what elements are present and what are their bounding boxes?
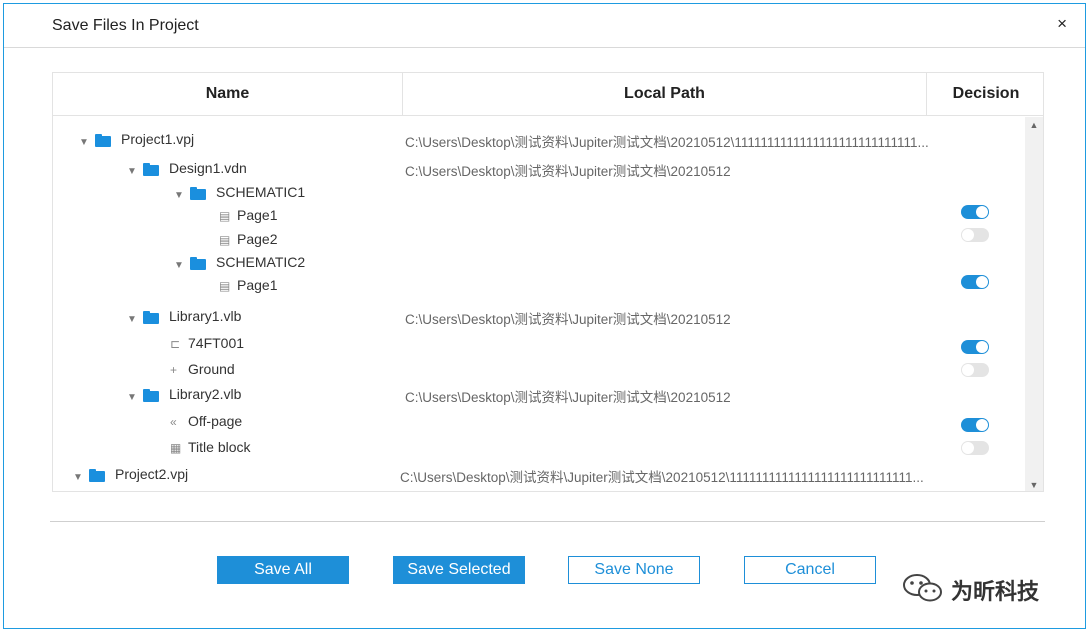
page-icon: ▤ [219,279,231,293]
tree-row[interactable]: ▤ Page2 [53,231,1025,255]
save-all-button[interactable]: Save All [217,556,349,584]
component-icon: ⊏ [170,337,181,351]
tree-row[interactable]: ▼ Library1.vlb C:\Users\Desktop\测试资料\Jupit… [53,308,1025,332]
tree-row[interactable]: ⊏ 74FT001 [53,335,1025,359]
tree-row[interactable]: ▤ Page1 [53,207,1025,231]
local-path-text: C:\Users\Desktop\测试资料\Jupiter测试文档\202105… [405,135,929,150]
local-path-text: C:\Users\Desktop\测试资料\Jupiter测试文档\202105… [400,470,924,485]
toggle-knob [976,276,988,288]
tree-item-label: Project1.vpj [121,131,195,147]
tree-item-label: Page2 [237,231,278,247]
local-path-text: C:\Users\Desktop\测试资料\Jupiter测试文档\202105… [405,312,731,327]
tree-item-label: Ground [188,361,235,377]
column-header-decision[interactable]: Decision [927,73,1043,115]
tree-item-label: SCHEMATIC2 [216,254,306,270]
tree-item-label: Library1.vlb [169,308,242,324]
titleblock-icon: ▦ [170,441,182,455]
dialog-title: Save Files In Project [52,17,199,34]
tree-item-label: Project2.vpj [115,466,189,482]
tree-item-label: 74FT001 [188,335,245,351]
tree-row[interactable]: ▼ SCHEMATIC1 [53,184,1025,208]
expand-arrow-icon[interactable]: ▼ [127,392,137,403]
scroll-up-icon[interactable]: ▲ [1025,117,1043,133]
local-path-text: C:\Users\Desktop\测试资料\Jupiter测试文档\202105… [405,164,731,179]
page-icon: ▤ [219,209,231,223]
toggle-knob [976,206,988,218]
tree-item-label: Page1 [237,277,278,293]
folder-icon [143,311,159,324]
decision-toggle[interactable] [961,363,989,377]
scroll-down-icon[interactable]: ▼ [1025,477,1043,491]
expand-arrow-icon[interactable]: ▼ [174,260,184,271]
vertical-scrollbar[interactable]: ▲ ▼ [1025,117,1043,491]
files-table: Name Local Path Decision ▼ Project1.vpj C:… [52,72,1044,492]
local-path-text: C:\Users\Desktop\测试资料\Jupiter测试文档\202105… [405,390,731,405]
tree-row[interactable]: ▼ Design1.vdn C:\Users\Desktop\测试资料\Jupite… [53,160,1025,184]
tree-item-label: SCHEMATIC1 [216,184,306,200]
folder-icon [190,187,206,200]
tree-row[interactable]: + Ground [53,361,1025,385]
expand-arrow-icon[interactable]: ▼ [127,314,137,325]
tree-row[interactable]: ▼ Project2.vpj C:\Users\Desktop\测试资料\Jupit… [53,466,1025,490]
column-header-local-path[interactable]: Local Path [403,73,927,115]
dialog-titlebar: Save Files In Project × [4,4,1085,48]
tree-item-label: Page1 [237,207,278,223]
tree-row[interactable]: ▼ Project1.vpj C:\Users\Desktop\测试资料\Jupit… [53,131,1025,155]
toggle-knob [962,229,974,241]
tree-item-label: Off-page [188,413,243,429]
expand-arrow-icon[interactable]: ▼ [127,166,137,177]
decision-toggle[interactable] [961,340,989,354]
page-icon: ▤ [219,233,231,247]
tree-item-label: Title block [188,439,251,455]
wechat-icon [903,574,942,602]
tree-item-label: Library2.vlb [169,386,242,402]
expand-arrow-icon[interactable]: ▼ [73,472,83,483]
folder-icon [190,257,206,270]
decision-toggle[interactable] [961,205,989,219]
cancel-button[interactable]: Cancel [744,556,876,584]
toggle-knob [976,341,988,353]
save-none-button[interactable]: Save None [568,556,700,584]
tree-row[interactable]: « Off-page [53,413,1025,437]
save-selected-button[interactable]: Save Selected [393,556,525,584]
close-icon[interactable]: × [1057,14,1067,34]
decision-toggle[interactable] [961,228,989,242]
footer-divider [50,521,1045,522]
toggle-knob [962,364,974,376]
folder-icon [95,134,111,147]
tree-row[interactable]: ▦ Title block [53,439,1025,463]
column-header-name[interactable]: Name [53,73,403,115]
decision-toggle[interactable] [961,275,989,289]
tree-item-label: Design1.vdn [169,160,247,176]
folder-icon [143,389,159,402]
watermark-text: 为昕科技 [951,579,1040,604]
offpage-icon: « [170,415,177,429]
tree-row[interactable]: ▤ Page1 [53,277,1025,301]
tree-row[interactable]: ▼ SCHEMATIC2 [53,254,1025,278]
folder-icon [89,469,105,482]
tree-row[interactable]: ▼ Library2.vlb C:\Users\Desktop\测试资料\Jupit… [53,386,1025,410]
expand-arrow-icon[interactable]: ▼ [79,137,89,148]
folder-icon [143,163,159,176]
decision-toggle[interactable] [961,418,989,432]
toggle-knob [962,442,974,454]
expand-arrow-icon[interactable]: ▼ [174,190,184,201]
toggle-knob [976,419,988,431]
decision-toggle[interactable] [961,441,989,455]
save-files-dialog: Save Files In Project × Name Local Path … [3,3,1086,629]
table-header: Name Local Path Decision [53,73,1043,116]
ground-icon: + [170,363,178,377]
